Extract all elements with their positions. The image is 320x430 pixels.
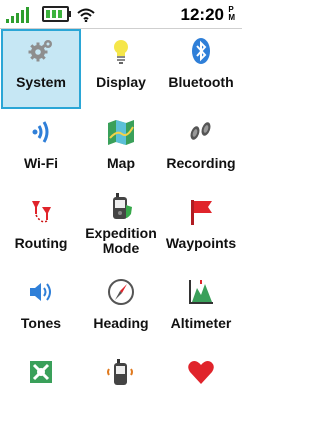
settings-menu-grid: System Display Bluetooth Wi-Fi Map Recor… (0, 28, 242, 402)
menu-label: Tones (20, 315, 62, 331)
signal-bars-icon (6, 7, 29, 23)
clock-time: 12:20 (180, 5, 224, 24)
menu-item-fitness[interactable] (161, 350, 241, 430)
menu-item-wifi[interactable]: Wi-Fi (1, 110, 81, 190)
clock: 12:20 P M (180, 5, 235, 25)
menu-item-system[interactable]: System (1, 29, 81, 109)
menu-label: Wi-Fi (23, 155, 59, 171)
wifi-signal-icon (32, 121, 49, 143)
menu-item-routing[interactable]: Routing (1, 190, 81, 270)
battery-icon (42, 6, 71, 22)
menu-label: Waypoints (165, 235, 237, 251)
menu-item-expedition-mode[interactable]: Expedition Mode (81, 190, 161, 270)
gear-icon (28, 40, 52, 62)
menu-item-waypoints[interactable]: Waypoints (161, 190, 241, 270)
compass-icon (108, 279, 134, 305)
menu-label: Expedition Mode (85, 225, 157, 256)
handheld-device-icon (107, 359, 133, 385)
menu-item-display[interactable]: Display (81, 29, 161, 109)
menu-label: Bluetooth (168, 74, 234, 90)
menu-item-map[interactable]: Map (81, 110, 161, 190)
status-bar: 12:20 P M (0, 0, 242, 29)
expedition-device-icon (113, 193, 132, 219)
menu-item-geocaching[interactable] (1, 350, 81, 430)
flag-icon (191, 200, 212, 225)
wifi-icon (77, 8, 95, 22)
menu-label: System (16, 74, 66, 90)
footprints-icon (190, 122, 211, 140)
heart-icon (188, 361, 214, 384)
map-icon (108, 120, 134, 145)
menu-item-device[interactable] (81, 350, 161, 430)
menu-label: Altimeter (170, 315, 232, 331)
lightbulb-icon (114, 40, 128, 64)
menu-item-altimeter[interactable]: Altimeter (161, 270, 241, 350)
menu-label: Recording (166, 155, 236, 171)
menu-label: Map (107, 155, 135, 171)
route-pins-icon (32, 201, 51, 223)
clock-ampm: P M (228, 5, 235, 22)
menu-label: Display (96, 74, 146, 90)
menu-label: Routing (14, 235, 68, 251)
speaker-icon (30, 283, 51, 301)
menu-item-bluetooth[interactable]: Bluetooth (161, 29, 241, 109)
menu-label: Heading (93, 315, 149, 331)
menu-item-heading[interactable]: Heading (81, 270, 161, 350)
altimeter-icon (189, 280, 213, 304)
menu-item-recording[interactable]: Recording (161, 110, 241, 190)
bluetooth-icon (192, 38, 210, 64)
geocache-icon (30, 361, 52, 383)
menu-item-tones[interactable]: Tones (1, 270, 81, 350)
